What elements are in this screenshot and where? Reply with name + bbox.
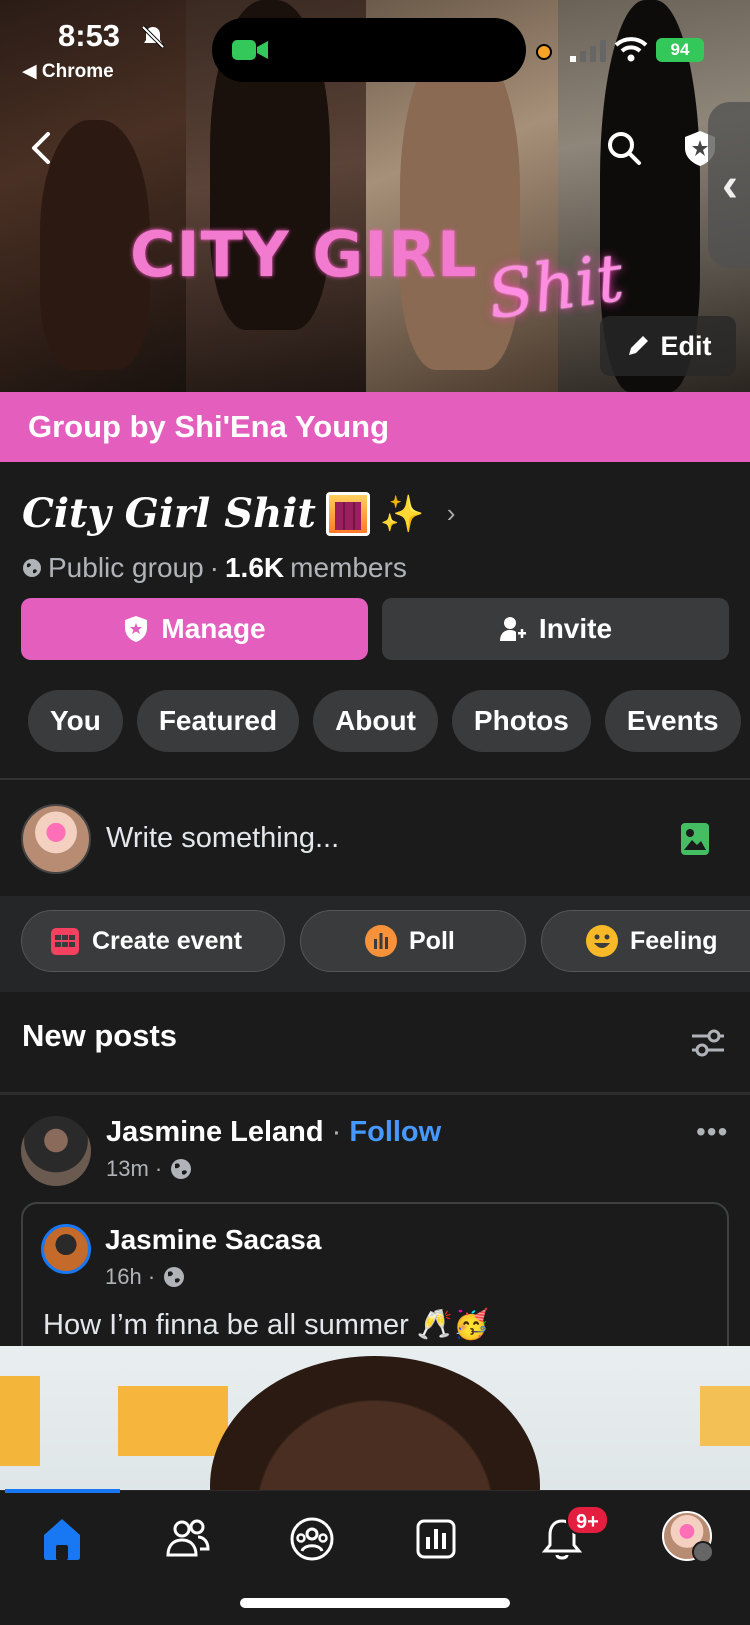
tab-photos[interactable]: Photos: [451, 690, 591, 752]
calendar-icon: [51, 928, 79, 955]
group-name: City Girl Shit: [22, 490, 316, 537]
globe-icon: [23, 559, 41, 577]
author-avatar[interactable]: [21, 1116, 91, 1186]
city-emoji-icon: [325, 491, 370, 536]
more-options-icon[interactable]: •••: [696, 1116, 728, 1148]
edit-cover-button[interactable]: Edit: [600, 316, 736, 376]
quick-actions-bar: Create event Poll Feeling: [0, 896, 750, 992]
facetime-camera-icon: [232, 40, 268, 60]
create-event-button[interactable]: Create event: [21, 910, 285, 972]
friends-icon[interactable]: [162, 1513, 214, 1565]
add-person-icon: [499, 617, 526, 641]
feed-post: Jasmine Leland · Follow 13m · ••• Jasmin…: [0, 1096, 750, 1392]
post-timestamp-row: 13m ·: [106, 1156, 192, 1182]
active-tab-indicator: [5, 1489, 120, 1493]
new-posts-header: New posts: [0, 994, 750, 1090]
tab-you[interactable]: You: [28, 690, 123, 752]
manage-label: Manage: [161, 613, 266, 644]
my-avatar[interactable]: [21, 804, 91, 874]
meta-separator: ·: [209, 552, 219, 583]
back-arrow-icon[interactable]: [24, 128, 60, 168]
groups-icon[interactable]: [286, 1513, 338, 1565]
feeling-button[interactable]: Feeling: [541, 910, 750, 972]
search-icon[interactable]: [604, 128, 644, 168]
globe-icon: [171, 1159, 192, 1179]
cover-title-text: CITY GIRL: [130, 218, 478, 291]
divider: [0, 1092, 750, 1095]
post-caption: How I’m finna be all summer 🥂🥳: [43, 1309, 490, 1341]
post-author-line: Jasmine Leland · Follow: [106, 1116, 441, 1149]
post-photo[interactable]: [0, 1346, 750, 1491]
poll-chart-icon: [365, 925, 397, 957]
chevron-right-icon: ›: [446, 498, 456, 528]
group-name-row[interactable]: City Girl Shit ✨ ›: [22, 490, 455, 537]
filter-sliders-icon[interactable]: [690, 1028, 726, 1058]
post-composer[interactable]: Write something...: [0, 780, 750, 896]
status-time: 8:53: [58, 18, 121, 53]
globe-icon: [164, 1267, 185, 1287]
composer-placeholder[interactable]: Write something...: [106, 822, 339, 855]
chevron-left-icon: ‹: [722, 159, 738, 212]
dynamic-island: [212, 18, 526, 82]
poll-label: Poll: [409, 926, 455, 955]
poll-button[interactable]: Poll: [300, 910, 526, 972]
manage-button[interactable]: Manage: [21, 598, 368, 660]
battery-indicator: 94: [656, 38, 704, 62]
group-privacy: Public group: [48, 552, 204, 583]
post-author-name[interactable]: Jasmine Leland: [106, 1116, 324, 1148]
post-time[interactable]: 13m ·: [106, 1156, 162, 1182]
invite-label: Invite: [538, 613, 613, 644]
photo-detail: [210, 1356, 540, 1491]
home-indicator[interactable]: [240, 1598, 510, 1608]
home-icon[interactable]: [36, 1513, 88, 1565]
tab-featured[interactable]: Featured: [136, 690, 300, 752]
bell-muted-icon: [141, 25, 165, 49]
wifi-icon: [614, 37, 648, 62]
edit-label: Edit: [660, 330, 712, 361]
menu-icon: [692, 1541, 714, 1563]
tab-events[interactable]: Events: [604, 690, 741, 752]
cellular-signal-icon: [570, 40, 606, 62]
side-collapse-tab[interactable]: ‹: [708, 102, 750, 268]
follow-link[interactable]: Follow: [349, 1116, 441, 1148]
create-event-label: Create event: [92, 926, 243, 955]
pencil-icon: [628, 336, 648, 355]
shared-time[interactable]: 16h ·: [105, 1264, 155, 1290]
sparkles-emoji-icon: ✨: [379, 492, 425, 534]
section-title: New posts: [22, 1018, 178, 1053]
group-by-banner[interactable]: Group by Shi'Ena Young: [0, 392, 750, 462]
tab-about[interactable]: About: [313, 690, 438, 752]
author-separator: ·: [331, 1116, 342, 1148]
photo-detail: [118, 1386, 228, 1456]
photo-detail: [700, 1386, 750, 1446]
dashboard-chart-icon[interactable]: [410, 1513, 462, 1565]
back-to-app-link[interactable]: ◀ Chrome: [22, 60, 114, 83]
photo-icon[interactable]: [680, 822, 710, 856]
shared-author-avatar[interactable]: [41, 1224, 91, 1274]
shared-author-name[interactable]: Jasmine Sacasa: [105, 1224, 321, 1256]
notification-badge: 9+: [566, 1505, 609, 1535]
privacy-indicator-dot: [536, 44, 552, 60]
group-meta: Public group · 1.6K members: [22, 552, 407, 584]
group-tabs: You Featured About Photos Events: [28, 690, 741, 752]
invite-button[interactable]: Invite: [382, 598, 729, 660]
shield-star-icon: [125, 616, 148, 642]
member-count[interactable]: 1.6K: [225, 552, 284, 584]
shared-timestamp-row: 16h ·: [105, 1264, 185, 1290]
photo-detail: [0, 1376, 40, 1466]
feeling-label: Feeling: [630, 926, 718, 955]
members-label: members: [290, 552, 407, 583]
smiley-icon: [586, 925, 618, 957]
